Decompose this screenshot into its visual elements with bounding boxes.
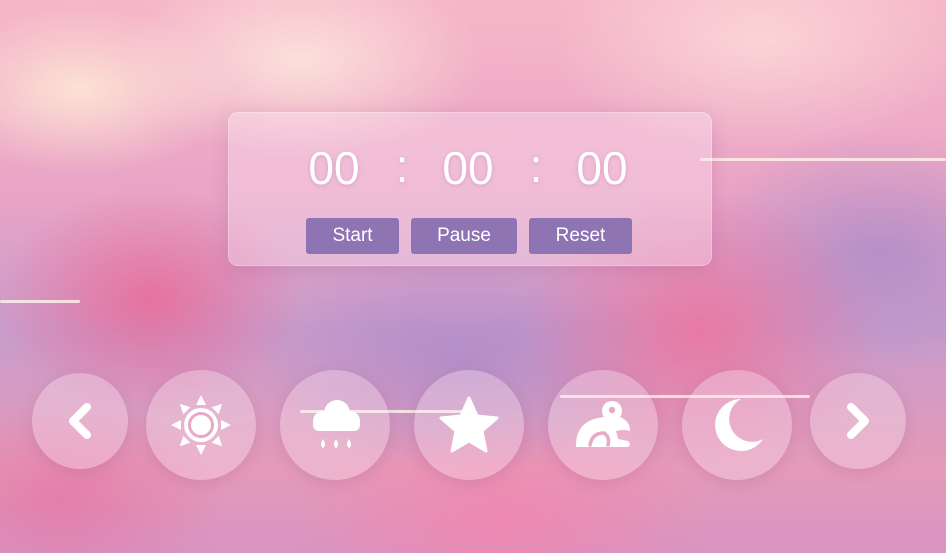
theme-star-button[interactable] [414,370,524,480]
moon-icon [715,399,763,451]
rain-cloud-icon [313,400,360,448]
pause-button[interactable]: Pause [411,218,517,254]
star-icon [439,396,499,453]
previous-theme-button[interactable] [32,373,128,469]
theme-rain-button[interactable] [280,370,390,480]
theme-moon-button[interactable] [682,370,792,480]
chevron-right-icon [847,403,869,439]
sun-icon [171,395,231,455]
theme-sun-button[interactable] [146,370,256,480]
timer-display: 00 : 00 : 00 [228,140,710,196]
hours-display: 00 [308,142,360,194]
time-separator: : [529,140,543,192]
theme-frog-button[interactable] [548,370,658,480]
start-button[interactable]: Start [306,218,399,254]
reset-button[interactable]: Reset [529,218,632,254]
minutes-display: 00 [442,142,494,194]
background-scene: 00 : 00 : 00 Start Pause Reset [0,0,946,553]
next-theme-button[interactable] [810,373,906,469]
chevron-left-icon [69,403,91,439]
time-separator: : [395,140,409,192]
frog-icon [576,401,630,447]
sky-streak [700,158,946,161]
seconds-display: 00 [576,142,628,194]
sky-streak [0,300,80,303]
